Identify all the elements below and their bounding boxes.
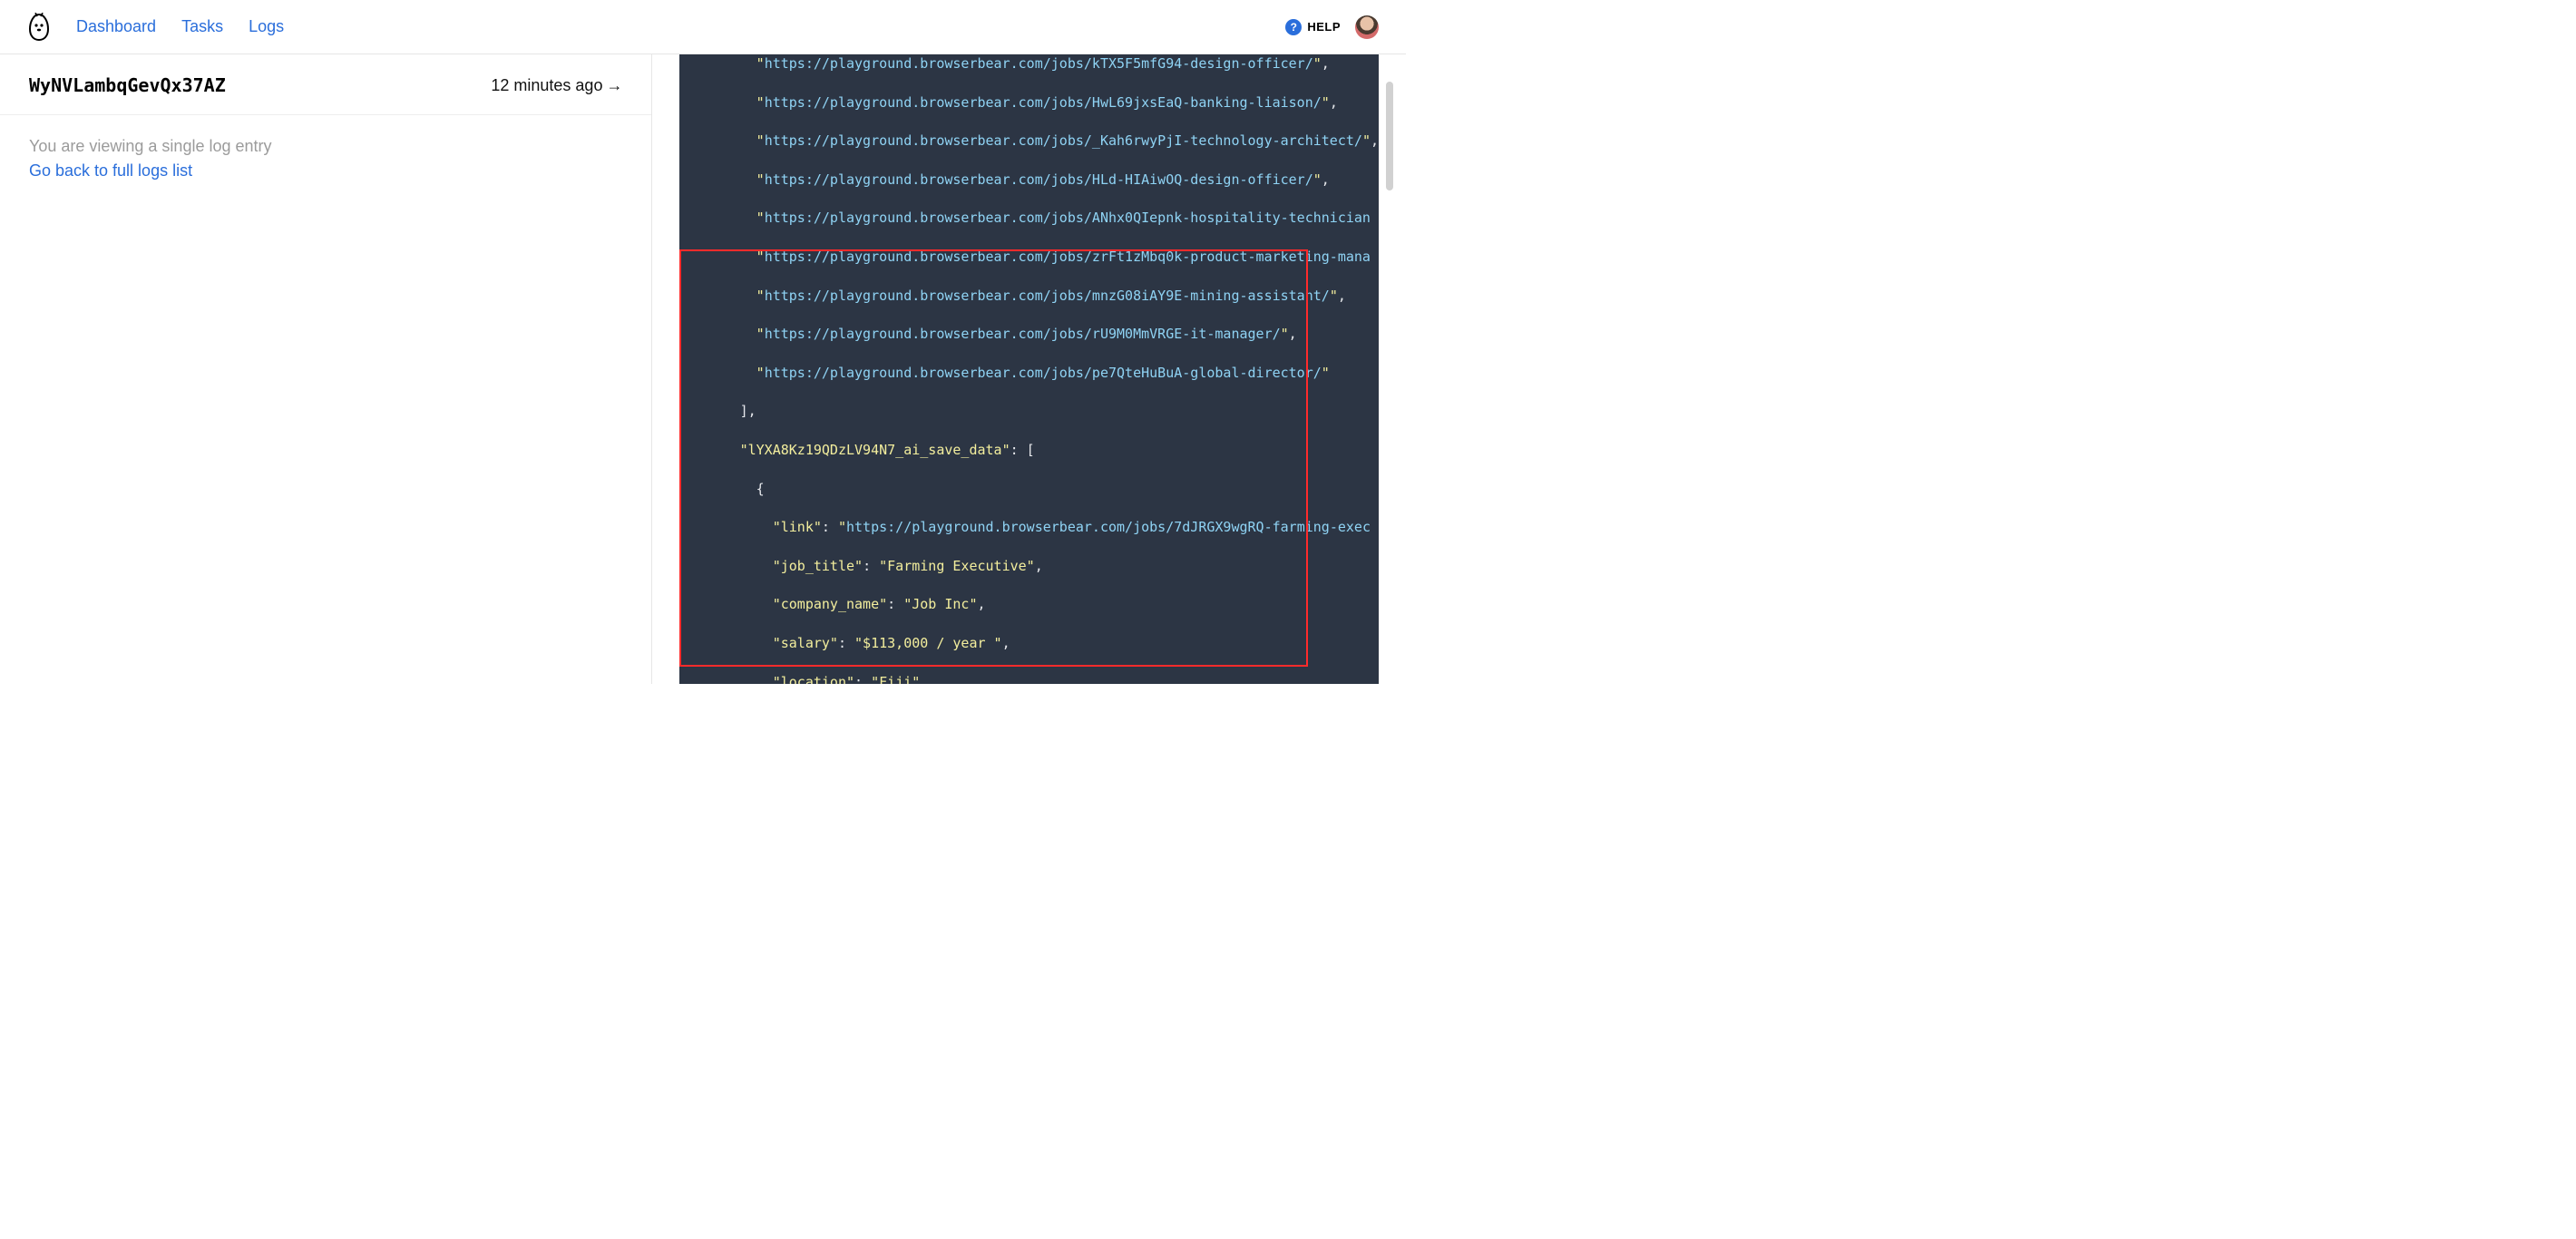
header-right: ? HELP xyxy=(1285,15,1379,39)
log-entry-time: 12 minutes ago xyxy=(491,76,602,94)
help-button[interactable]: ? HELP xyxy=(1285,19,1341,35)
log-entry-id: WyNVLambqGevQx37AZ xyxy=(29,74,226,96)
code-url: https://playground.browserbear.com/jobs/… xyxy=(765,171,1313,188)
info-block: You are viewing a single log entry Go ba… xyxy=(0,115,651,206)
app-logo-icon[interactable] xyxy=(27,13,51,42)
arrow-right-icon: → xyxy=(606,76,622,94)
code-url: https://playground.browserbear.com/jobs/… xyxy=(765,326,1281,342)
code-url: https://playground.browserbear.com/jobs/… xyxy=(765,288,1330,304)
code-value: "Fiji" xyxy=(871,674,920,685)
app-header: Dashboard Tasks Logs ? HELP xyxy=(0,0,1406,54)
nav-tasks[interactable]: Tasks xyxy=(181,17,223,36)
header-left: Dashboard Tasks Logs xyxy=(27,13,284,42)
code-value: "Job Inc" xyxy=(903,596,977,612)
code-url: https://playground.browserbear.com/jobs/… xyxy=(846,519,1371,535)
help-label: HELP xyxy=(1307,20,1341,34)
code-url: https://playground.browserbear.com/jobs/… xyxy=(765,249,1371,265)
nav-logs[interactable]: Logs xyxy=(249,17,284,36)
log-json-output[interactable]: "https://playground.browserbear.com/jobs… xyxy=(679,54,1379,684)
code-url: https://playground.browserbear.com/jobs/… xyxy=(765,132,1362,149)
log-entry-header: WyNVLambqGevQx37AZ 12 minutes ago→ xyxy=(0,54,651,115)
code-value: "Farming Executive" xyxy=(879,558,1035,574)
code-url: https://playground.browserbear.com/jobs/… xyxy=(765,365,1322,381)
main-content: WyNVLambqGevQx37AZ 12 minutes ago→ You a… xyxy=(0,54,1406,684)
right-pane: "https://playground.browserbear.com/jobs… xyxy=(652,54,1406,684)
left-pane: WyNVLambqGevQx37AZ 12 minutes ago→ You a… xyxy=(0,54,652,684)
scrollbar[interactable] xyxy=(1386,82,1393,190)
code-url: https://playground.browserbear.com/jobs/… xyxy=(765,210,1371,226)
back-to-logs-link[interactable]: Go back to full logs list xyxy=(29,161,192,180)
code-url: https://playground.browserbear.com/jobs/… xyxy=(765,94,1322,111)
help-icon: ? xyxy=(1285,19,1302,35)
code-url: https://playground.browserbear.com/jobs/… xyxy=(765,55,1313,72)
info-text: You are viewing a single log entry xyxy=(29,137,622,156)
avatar[interactable] xyxy=(1355,15,1379,39)
nav-dashboard[interactable]: Dashboard xyxy=(76,17,156,36)
code-key: "lYXA8Kz19QDzLV94N7_ai_save_data" xyxy=(740,442,1010,458)
log-entry-time-link[interactable]: 12 minutes ago→ xyxy=(491,76,622,95)
code-value: "$113,000 / year " xyxy=(854,635,1002,651)
